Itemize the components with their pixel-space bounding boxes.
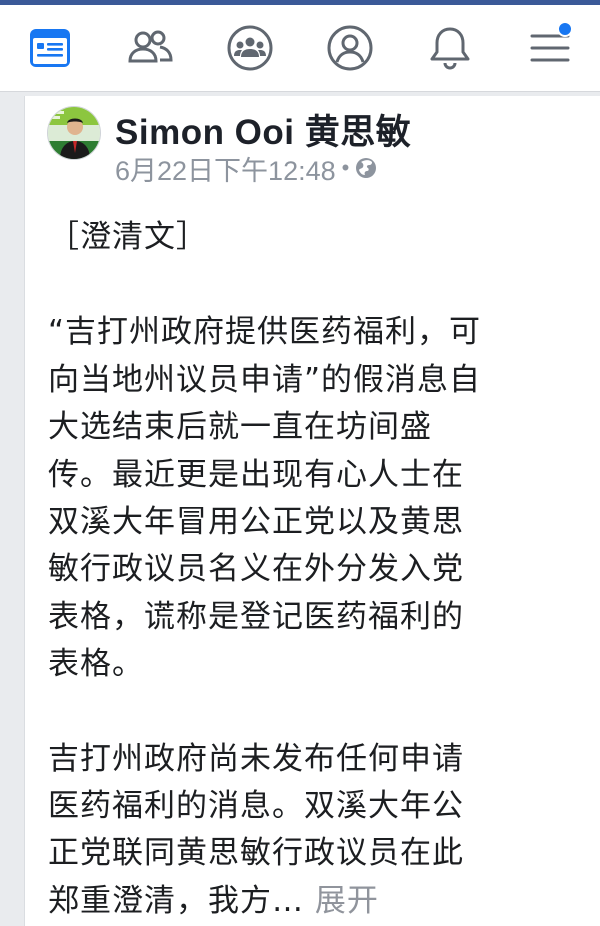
post-author-name[interactable]: Simon Ooi 黄思敏 bbox=[115, 104, 411, 155]
post-paragraph-1: “吉打州政府提供医药福利，可 向当地州议员申请”的假消息自 大选结束后就一直在坊… bbox=[48, 309, 568, 688]
text-line: 表格。 bbox=[48, 646, 144, 683]
text-line: 表格，谎称是登记医药福利的 bbox=[48, 598, 464, 635]
top-navigation-bar bbox=[0, 5, 600, 92]
post-body: ［澄清文］ “吉打州政府提供医药福利，可 向当地州议员申请”的假消息自 大选结束… bbox=[48, 214, 568, 925]
text-line: 吉打州政府尚未发布任何申请 bbox=[48, 740, 464, 777]
notification-badge bbox=[557, 21, 573, 37]
see-more-link[interactable]: 展开 bbox=[315, 883, 379, 919]
text-line: 正党联同黄思敏行政议员在此 bbox=[48, 835, 464, 872]
post-heading: ［澄清文］ bbox=[48, 219, 208, 255]
post-paragraph-2: 吉打州政府尚未发布任何申请 医药福利的消息。双溪大年公 正党联同黄思敏行政议员在… bbox=[48, 736, 568, 926]
text-line: 传。最近更是出现有心人士在 bbox=[48, 456, 464, 493]
avatar[interactable] bbox=[47, 106, 101, 160]
text-line: 向当地州议员申请”的假消息自 bbox=[48, 361, 482, 398]
groups-icon[interactable] bbox=[225, 23, 275, 73]
text-line: 郑重澄清，我方… bbox=[48, 882, 304, 919]
post-card: Simon Ooi 黄思敏 6月22日下午12:48 • ［澄清文］ “吉打州政… bbox=[24, 96, 600, 926]
text-line: “吉打州政府提供医药福利，可 bbox=[48, 314, 482, 351]
globe-icon bbox=[355, 157, 377, 179]
post-timestamp[interactable]: 6月22日下午12:48 bbox=[115, 149, 336, 188]
bell-icon[interactable] bbox=[425, 23, 475, 73]
text-line: 医药福利的消息。双溪大年公 bbox=[48, 788, 464, 825]
post-meta: 6月22日下午12:48 • bbox=[115, 152, 377, 186]
menu-icon[interactable] bbox=[525, 21, 575, 73]
text-line: 双溪大年冒用公正党以及黄思 bbox=[48, 504, 464, 541]
meta-separator: • bbox=[341, 155, 350, 180]
profile-icon[interactable] bbox=[325, 23, 375, 73]
friends-icon[interactable] bbox=[125, 23, 175, 73]
text-line: 大选结束后就一直在坊间盛 bbox=[48, 409, 432, 446]
news-feed-icon[interactable] bbox=[25, 23, 75, 73]
text-line: 敏行政议员名义在外分发入党 bbox=[48, 551, 464, 588]
